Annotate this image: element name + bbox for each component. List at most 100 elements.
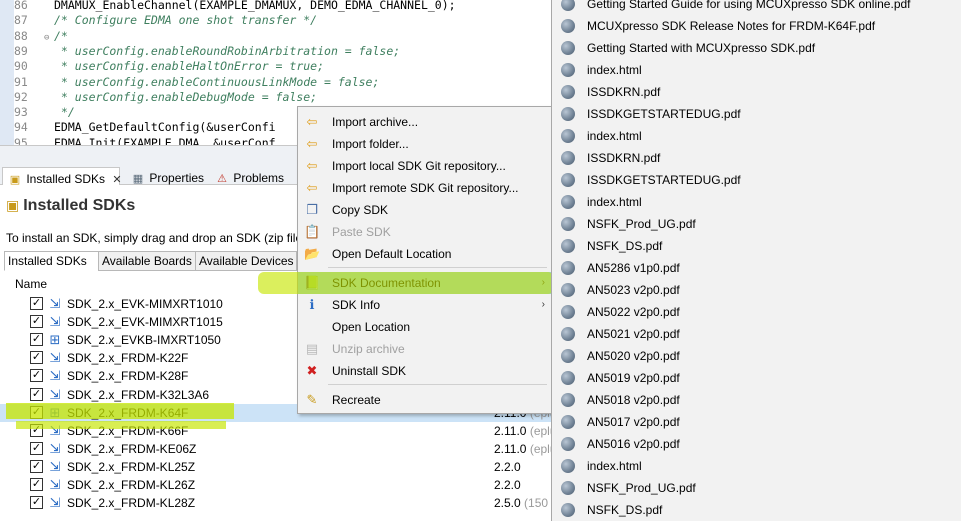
code-text: * userConfig.enableDebugMode = false; xyxy=(54,89,318,104)
submenu-item-document[interactable]: NSFK_DS.pdf xyxy=(552,235,961,257)
row-checkbox[interactable]: ✓ xyxy=(30,459,43,473)
submenu-item-document[interactable]: index.html xyxy=(552,191,961,213)
row-checkbox[interactable]: ✓ xyxy=(30,297,43,310)
menu-item-copy-sdk[interactable]: ❐ Copy SDK xyxy=(298,199,551,221)
sdk-version-number: 2.2.0 xyxy=(494,478,521,492)
document-bullet-icon xyxy=(561,437,575,451)
submenu-item-document[interactable]: index.html xyxy=(552,455,961,477)
document-label: index.html xyxy=(587,63,642,77)
row-checkbox[interactable]: ✓ xyxy=(30,441,43,455)
document-bullet-icon xyxy=(561,0,575,11)
code-line[interactable]: 89 * userConfig.enableRoundRobinArbitrat… xyxy=(14,44,400,59)
row-checkbox[interactable]: ✓ xyxy=(30,315,43,329)
menu-item-open-default-location[interactable]: 📂 Open Default Location xyxy=(298,243,551,265)
submenu-item-document[interactable]: AN5016 v2p0.pdf xyxy=(552,433,961,455)
menu-item-import-archive[interactable]: ⇦ Import archive... xyxy=(298,111,551,133)
menu-item-label: Copy SDK xyxy=(332,203,389,217)
code-line[interactable]: 95 EDMA_Init(EXAMPLE_DMA, &userConf xyxy=(14,136,276,145)
sdk-version: 2.2.0 xyxy=(494,460,521,474)
code-line[interactable]: 93 */ xyxy=(14,105,75,120)
import-icon: ⇦ xyxy=(306,136,318,151)
submenu-item-document[interactable]: Getting Started with MCUXpresso SDK.pdf xyxy=(552,37,961,59)
submenu-item-document[interactable]: ISSDKRN.pdf xyxy=(552,147,961,169)
tab-available-boards[interactable]: Available Boards xyxy=(98,251,196,271)
menu-item-paste-sdk[interactable]: 📋 Paste SDK xyxy=(298,221,551,243)
sdk-name: SDK_2.x_EVKB-IMXRT1050 xyxy=(67,333,221,348)
row-checkbox[interactable]: ✓ xyxy=(30,351,43,365)
submenu-item-document[interactable]: AN5020 v2p0.pdf xyxy=(552,345,961,367)
row-checkbox[interactable]: ✓ xyxy=(30,333,43,347)
submenu-item-document[interactable]: AN5286 v1p0.pdf xyxy=(552,257,961,279)
code-text: * userConfig.enableHaltOnError = true; xyxy=(54,59,325,74)
submenu-item-document[interactable]: ISSDKGETSTARTEDUG.pdf xyxy=(552,169,961,191)
submenu-item-document[interactable]: AN5017 v2p0.pdf xyxy=(552,411,961,433)
document-label: NSFK_DS.pdf xyxy=(587,503,663,517)
menu-item-label: Import local SDK Git repository... xyxy=(332,159,506,173)
code-text: */ xyxy=(54,105,75,120)
document-bullet-icon xyxy=(561,503,575,517)
document-bullet-icon xyxy=(561,481,575,495)
document-label: AN5021 v2p0.pdf xyxy=(587,327,680,341)
sdk-version: 2.2.0 xyxy=(494,478,521,492)
sdk-version: 2.11.0 (eplu xyxy=(494,442,557,456)
menu-separator xyxy=(328,267,547,268)
menu-item-open-location[interactable]: Open Location xyxy=(298,316,551,338)
menu-item-unzip-archive[interactable]: ▤ Unzip archive xyxy=(298,338,551,360)
code-line[interactable]: 91 * userConfig.enableContinuousLinkMode… xyxy=(14,75,379,90)
code-line[interactable]: 88 ⊖/* xyxy=(14,29,68,44)
menu-item-sdk-info[interactable]: ℹ SDK Info › xyxy=(298,294,551,316)
row-checkbox[interactable]: ✓ xyxy=(30,478,43,491)
submenu-item-document[interactable]: Getting Started Guide for using MCUXpres… xyxy=(552,0,961,15)
sdk-name: SDK_2.x_FRDM-K32L3A6 xyxy=(67,387,210,402)
sdk-version: 2.5.0 (150 2 xyxy=(494,496,558,510)
row-checkbox[interactable]: ✓ xyxy=(30,387,43,401)
submenu-item-document[interactable]: AN5018 v2p0.pdf xyxy=(552,389,961,411)
code-line[interactable]: 86 DMAMUX_EnableChannel(EXAMPLE_DMAMUX, D… xyxy=(14,0,456,13)
menu-item-import-remote-sdk-git-repository[interactable]: ⇦ Import remote SDK Git repository... xyxy=(298,177,551,199)
tab-installed-sdks-sub[interactable]: Installed SDKs xyxy=(4,251,99,271)
document-label: AN5016 v2p0.pdf xyxy=(587,437,680,451)
line-number: 90 xyxy=(14,59,28,74)
submenu-item-document[interactable]: ISSDKGETSTARTEDUG.pdf xyxy=(552,103,961,125)
code-line[interactable]: 90 * userConfig.enableHaltOnError = true… xyxy=(14,59,324,74)
sdk-name: SDK_2.x_EVK-MIMXRT1015 xyxy=(67,315,223,330)
menu-item-uninstall-sdk[interactable]: ✖ Uninstall SDK xyxy=(298,360,551,382)
document-label: ISSDKGETSTARTEDUG.pdf xyxy=(587,173,741,187)
code-line[interactable]: 92 * userConfig.enableDebugMode = false; xyxy=(14,90,317,105)
submenu-item-document[interactable]: NSFK_Prod_UG.pdf xyxy=(552,477,961,499)
document-label: AN5019 v2p0.pdf xyxy=(587,371,680,385)
yellow-highlight-underline xyxy=(16,421,226,429)
document-bullet-icon xyxy=(561,63,575,77)
document-bullet-icon xyxy=(561,173,575,187)
submenu-item-document[interactable]: AN5022 v2p0.pdf xyxy=(552,301,961,323)
code-line[interactable]: 94 EDMA_GetDefaultConfig(&userConfi xyxy=(14,120,276,135)
document-bullet-icon xyxy=(561,195,575,209)
submenu-item-document[interactable]: AN5019 v2p0.pdf xyxy=(552,367,961,389)
menu-item-label: Open Default Location xyxy=(332,247,452,261)
menu-item-import-folder[interactable]: ⇦ Import folder... xyxy=(298,133,551,155)
menu-item-recreate[interactable]: ✎ Recreate xyxy=(298,389,551,411)
menu-item-import-local-sdk-git-repository[interactable]: ⇦ Import local SDK Git repository... xyxy=(298,155,551,177)
sdk-version-number: 2.5.0 xyxy=(494,496,521,511)
submenu-item-document[interactable]: NSFK_DS.pdf xyxy=(552,499,961,521)
submenu-item-document[interactable]: index.html xyxy=(552,125,961,147)
submenu-item-document[interactable]: index.html xyxy=(552,59,961,81)
submenu-item-document[interactable]: MCUXpresso SDK Release Notes for FRDM-K6… xyxy=(552,15,961,37)
row-checkbox[interactable]: ✓ xyxy=(30,369,43,383)
paste-icon: 📋 xyxy=(304,224,321,239)
submenu-item-document[interactable]: AN5021 v2p0.pdf xyxy=(552,323,961,345)
submenu-item-document[interactable]: ISSDKRN.pdf xyxy=(552,81,961,103)
submenu-arrow-icon: › xyxy=(541,299,545,310)
tab-available-devices[interactable]: Available Devices xyxy=(195,251,297,271)
code-text: /* xyxy=(54,28,68,43)
code-line[interactable]: 87 /* Configure EDMA one shot transfer */ xyxy=(14,13,317,28)
submenu-item-document[interactable]: NSFK_Prod_UG.pdf xyxy=(552,213,961,235)
import-icon: ⇦ xyxy=(306,158,318,173)
column-header-name[interactable]: Name xyxy=(15,277,47,291)
import-icon: ⇦ xyxy=(306,180,318,195)
sdk-icon: ⇲ xyxy=(49,495,61,511)
row-checkbox[interactable]: ✓ xyxy=(30,496,43,510)
submenu-item-document[interactable]: AN5023 v2p0.pdf xyxy=(552,279,961,301)
sdk-icon: ⇲ xyxy=(49,296,61,311)
context-menu: ⇦ Import archive... ⇦ Import folder... ⇦ Impo… xyxy=(297,106,552,414)
